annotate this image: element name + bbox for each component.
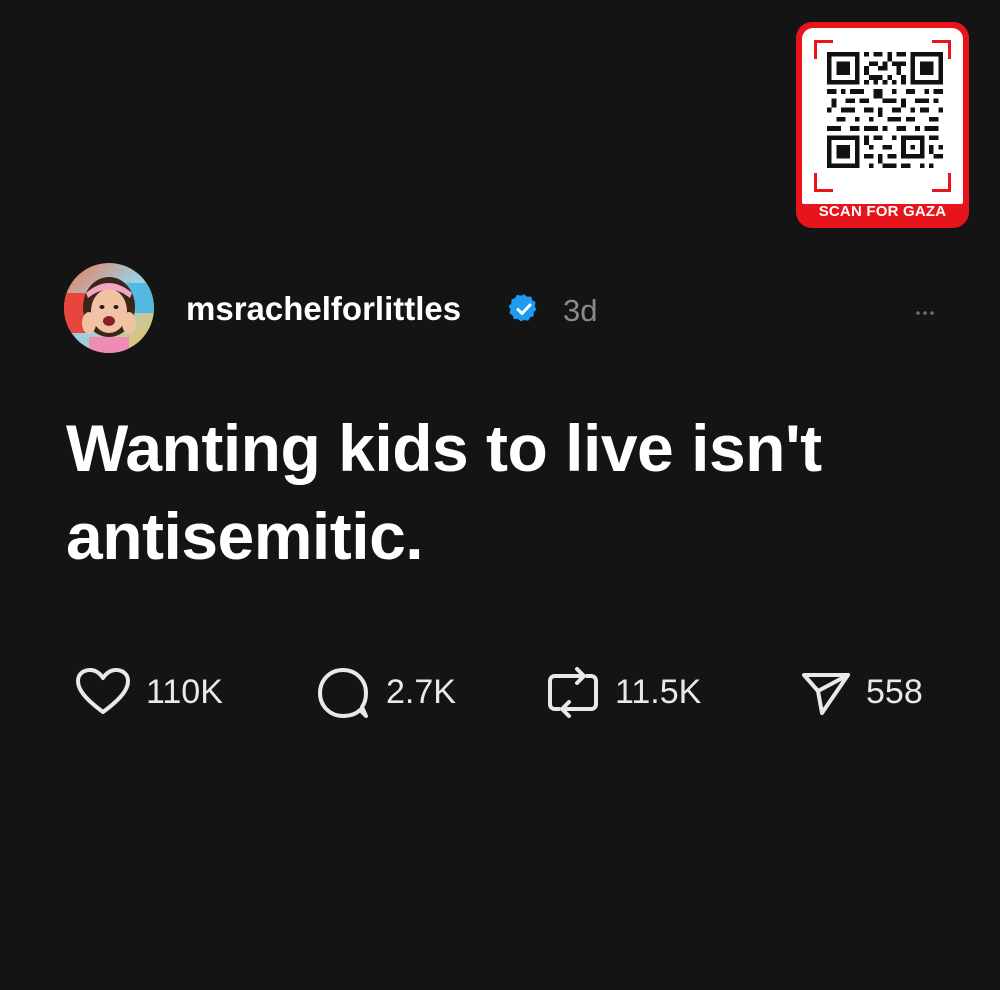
ellipsis-icon xyxy=(916,311,934,315)
user-avatar[interactable] xyxy=(64,263,154,353)
repost-icon xyxy=(548,667,598,718)
qr-code-panel xyxy=(802,28,963,204)
like-count: 110K xyxy=(146,673,223,711)
verified-badge-icon xyxy=(508,294,537,322)
post-text: Wanting kids to live isn't antisemitic. xyxy=(66,411,822,573)
qr-code-icon xyxy=(827,52,943,168)
repost-count: 11.5K xyxy=(615,673,702,711)
badge-caption: SCAN FOR GAZA xyxy=(818,203,947,220)
send-icon xyxy=(802,673,850,715)
repost-button[interactable]: 11.5K xyxy=(545,662,701,722)
username[interactable]: msrachelforlittles xyxy=(186,290,461,328)
comment-count: 2.7K xyxy=(386,673,456,711)
qr-frame-corner-bottom-left xyxy=(814,173,833,192)
scan-for-gaza-badge[interactable]: SCAN FOR GAZA xyxy=(796,22,969,228)
comment-button[interactable]: 2.7K xyxy=(316,662,456,722)
more-options-button[interactable] xyxy=(905,296,945,326)
qr-frame-corner-bottom-right xyxy=(932,173,951,192)
heart-icon xyxy=(76,668,130,714)
post-timestamp: 3d xyxy=(563,293,598,328)
avatar-image xyxy=(64,263,154,353)
like-button[interactable]: 110K xyxy=(74,662,223,722)
share-button[interactable]: 558 xyxy=(800,662,923,722)
comment-icon xyxy=(318,668,368,718)
share-count: 558 xyxy=(866,673,923,711)
